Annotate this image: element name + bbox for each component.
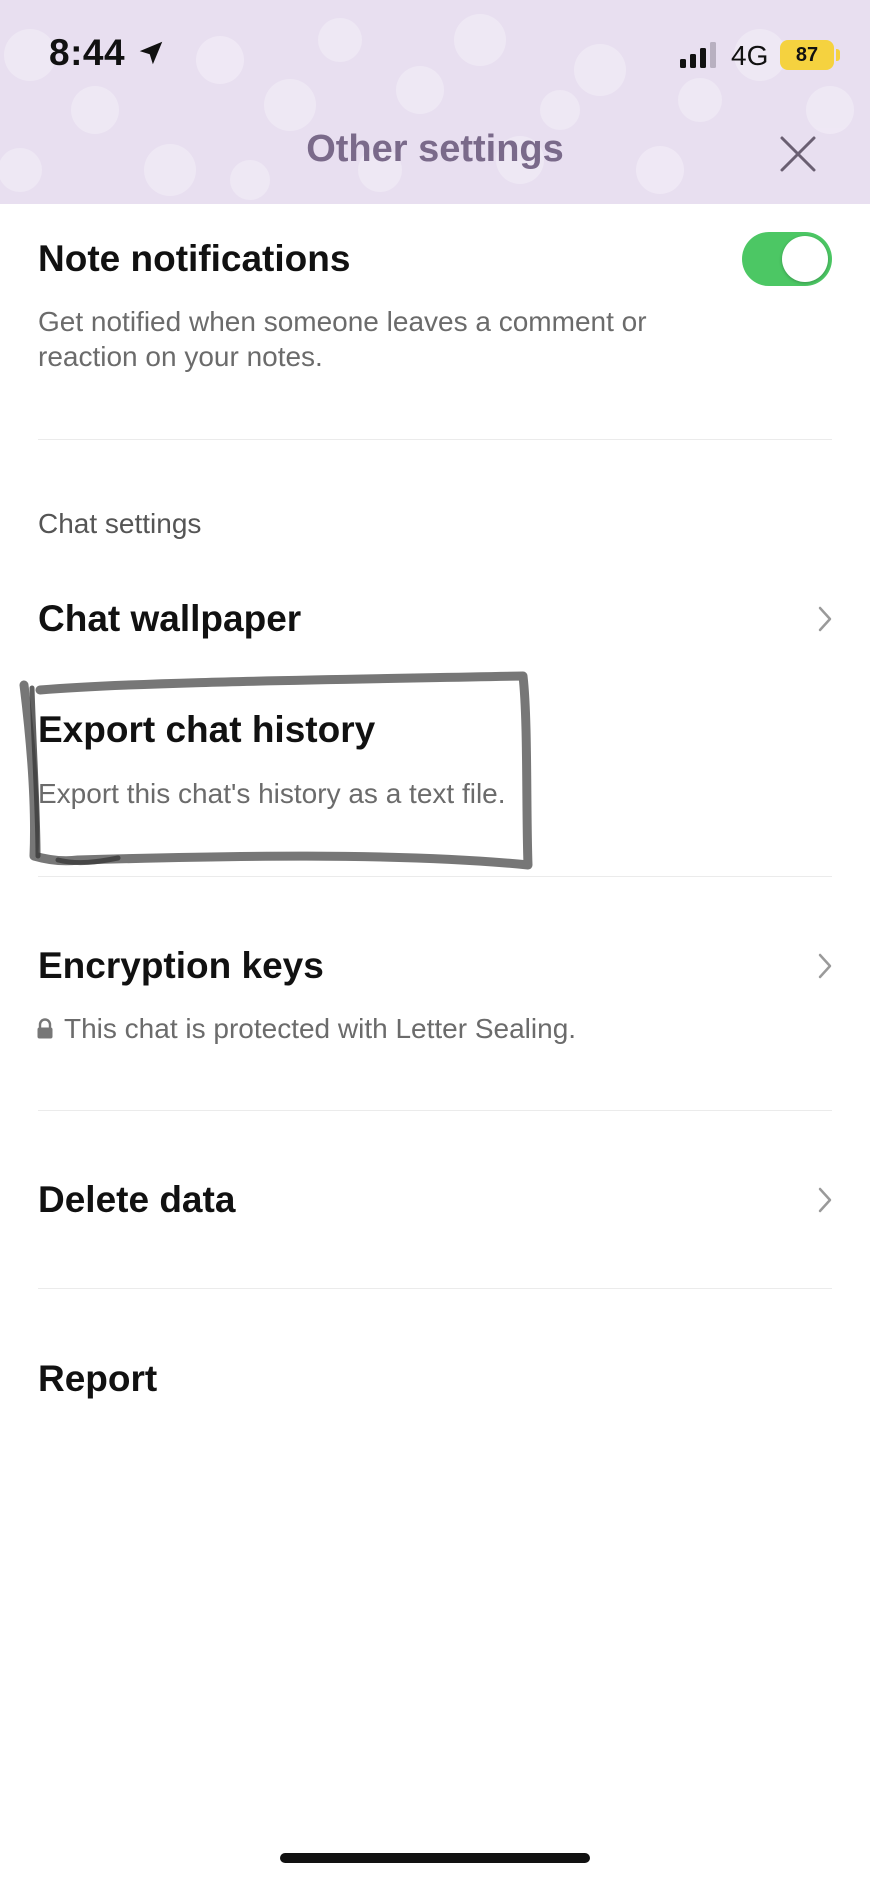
export-chat-history-description: Export this chat's history as a text fil…: [38, 778, 506, 809]
divider: [38, 876, 832, 877]
network-type: 4G: [731, 40, 769, 71]
chevron-right-icon: [818, 606, 832, 632]
report-title: Report: [38, 1358, 158, 1399]
chevron-right-icon: [818, 1187, 832, 1213]
encryption-keys-description: This chat is protected with Letter Seali…: [64, 1013, 577, 1044]
chat-settings-section-label: Chat settings: [38, 508, 202, 539]
toggle-knob: [782, 236, 828, 282]
chevron-right-icon: [818, 953, 832, 979]
delete-data-title: Delete data: [38, 1179, 236, 1220]
battery-indicator: 87: [780, 40, 834, 70]
signal-bars-icon: [680, 42, 716, 68]
close-icon[interactable]: [778, 134, 818, 174]
battery-tip: [836, 49, 840, 61]
export-chat-history-title: Export chat history: [38, 709, 376, 750]
chat-wallpaper-title: Chat wallpaper: [38, 598, 302, 639]
status-time: 8:44: [49, 32, 126, 73]
divider: [38, 1110, 832, 1111]
battery-level: 87: [795, 43, 819, 66]
note-notifications-description-line1: Get notified when someone leaves a comme…: [38, 306, 647, 337]
header: 8:44 4G 87 Other settings: [0, 0, 870, 204]
divider: [38, 1288, 832, 1289]
home-indicator: [280, 1853, 590, 1863]
status-bar: 8:44 4G 87: [0, 28, 870, 80]
divider: [38, 439, 832, 440]
note-notifications-toggle[interactable]: [742, 232, 832, 286]
page-title: Other settings: [306, 128, 564, 170]
hand-drawn-highlight-box: [19, 671, 533, 870]
note-notifications-title: Note notifications: [38, 238, 351, 279]
location-arrow-icon: [139, 41, 163, 65]
encryption-keys-title: Encryption keys: [38, 945, 324, 986]
note-notifications-description-line2: reaction on your notes.: [38, 341, 323, 372]
lock-icon: [37, 1018, 53, 1039]
